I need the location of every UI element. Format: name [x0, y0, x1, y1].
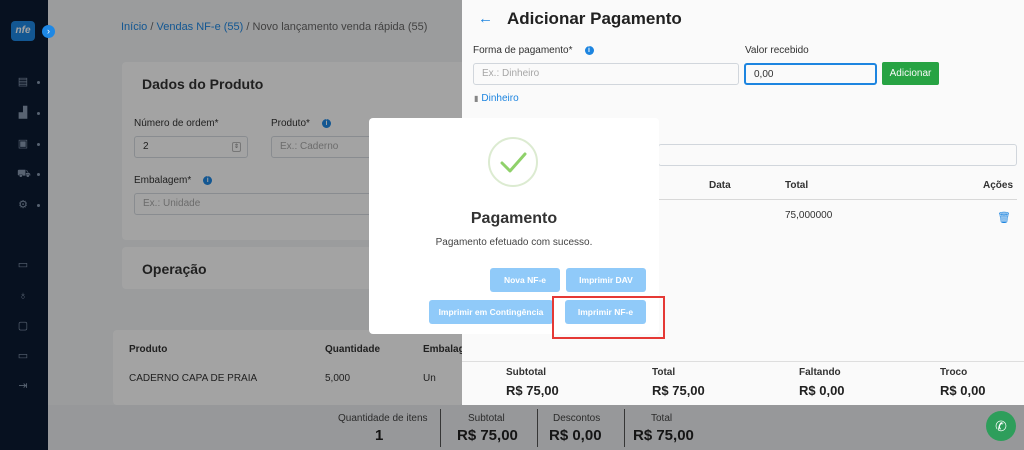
print-dav-button[interactable]: Imprimir DAV [566, 268, 646, 292]
whatsapp-icon[interactable]: ✆ [986, 411, 1016, 441]
modal-message: Pagamento efetuado com sucesso. [435, 237, 593, 248]
sidebar-toggle-button[interactable]: › [42, 25, 55, 38]
print-contingency-button[interactable]: Imprimir em Contingência [429, 300, 553, 324]
checkmark-icon [500, 152, 527, 173]
modal-title: Pagamento [470, 210, 558, 227]
success-check-icon [488, 137, 538, 187]
new-nfe-button[interactable]: Nova NF-e [490, 268, 560, 292]
highlight-box [552, 296, 665, 339]
